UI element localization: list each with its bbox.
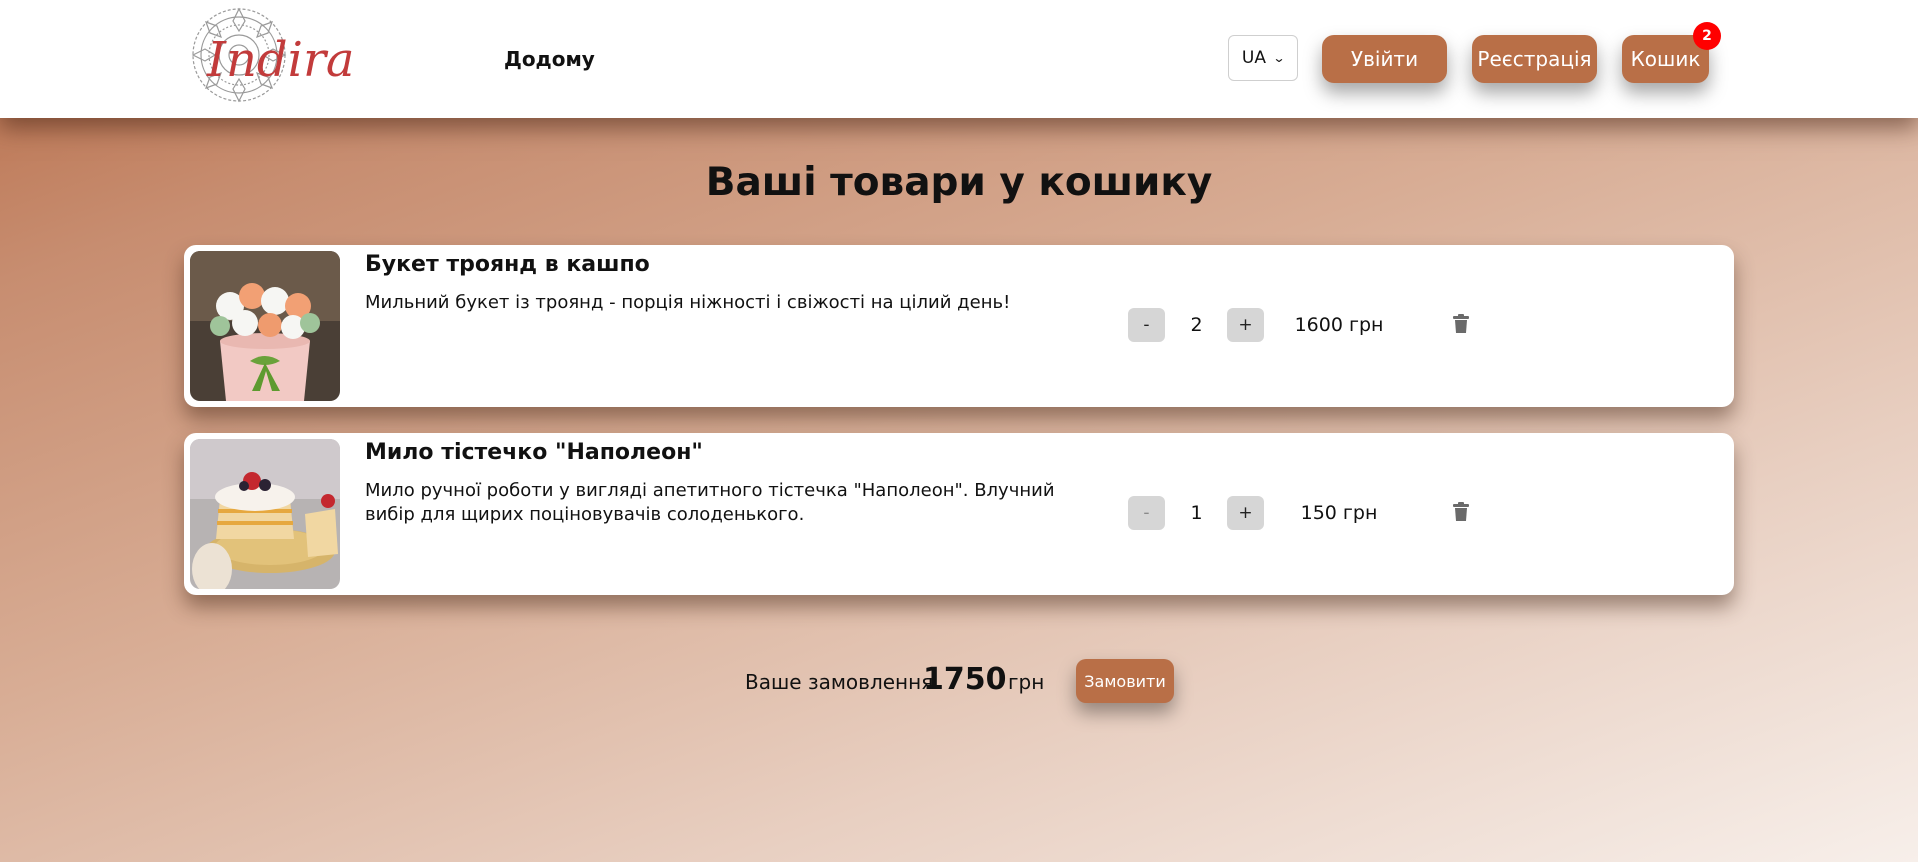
cart-label: Кошик [1630, 47, 1701, 71]
place-order-label: Замовити [1084, 671, 1166, 691]
product-description: Мило ручної роботи у вигляді апетитного … [365, 480, 1055, 525]
cart-button[interactable]: Кошик 2 [1622, 22, 1721, 83]
nav-home-link[interactable]: Додому [504, 47, 595, 71]
quantity-value: 2 [1190, 314, 1203, 336]
quantity-value: 1 [1190, 502, 1203, 524]
cart-item: Букет троянд в кашпо Мильний букет із тр… [184, 245, 1734, 407]
page-title: Ваші товари у кошику [705, 160, 1213, 205]
trash-icon[interactable] [1452, 502, 1470, 522]
decrease-quantity-button[interactable]: - [1128, 496, 1165, 530]
product-name[interactable]: Букет троянд в кашпо [365, 252, 650, 277]
decrease-quantity-button[interactable]: - [1128, 308, 1165, 342]
product-image-rose-bouquet[interactable] [190, 251, 340, 401]
order-summary-label: Ваше замовлення [745, 670, 934, 694]
product-name[interactable]: Мило тістечко "Наполеон" [365, 440, 703, 465]
logo-wordmark: Indira [206, 32, 355, 88]
register-label: Реєстрація [1477, 47, 1592, 71]
language-select[interactable]: UA ⌄ [1228, 35, 1298, 81]
order-total: 1750 [923, 662, 1007, 697]
increase-quantity-button[interactable]: + [1227, 496, 1264, 530]
cart-item: Мило тістечко "Наполеон" Мило ручної роб… [184, 433, 1734, 595]
product-description: Мильний букет із троянд - порція ніжност… [365, 292, 1011, 313]
login-button[interactable]: Увійти [1322, 35, 1447, 83]
item-price: 150 грн [1300, 502, 1378, 524]
order-currency: грн [1008, 670, 1045, 694]
item-price: 1600 грн [1294, 314, 1384, 336]
increase-quantity-button[interactable]: + [1227, 308, 1264, 342]
chevron-down-icon: ⌄ [1272, 51, 1286, 65]
place-order-button[interactable]: Замовити [1076, 659, 1174, 703]
register-button[interactable]: Реєстрація [1472, 35, 1597, 83]
site-logo[interactable]: Indira [185, 6, 355, 104]
trash-icon[interactable] [1452, 314, 1470, 334]
header: Indira Додому UA ⌄ Увійти Реєстрація Кош… [0, 0, 1918, 118]
cart-count-badge: 2 [1693, 22, 1721, 50]
product-image-napoleon-cake[interactable] [190, 439, 340, 589]
login-label: Увійти [1350, 47, 1419, 71]
language-value: UA [1241, 48, 1266, 68]
